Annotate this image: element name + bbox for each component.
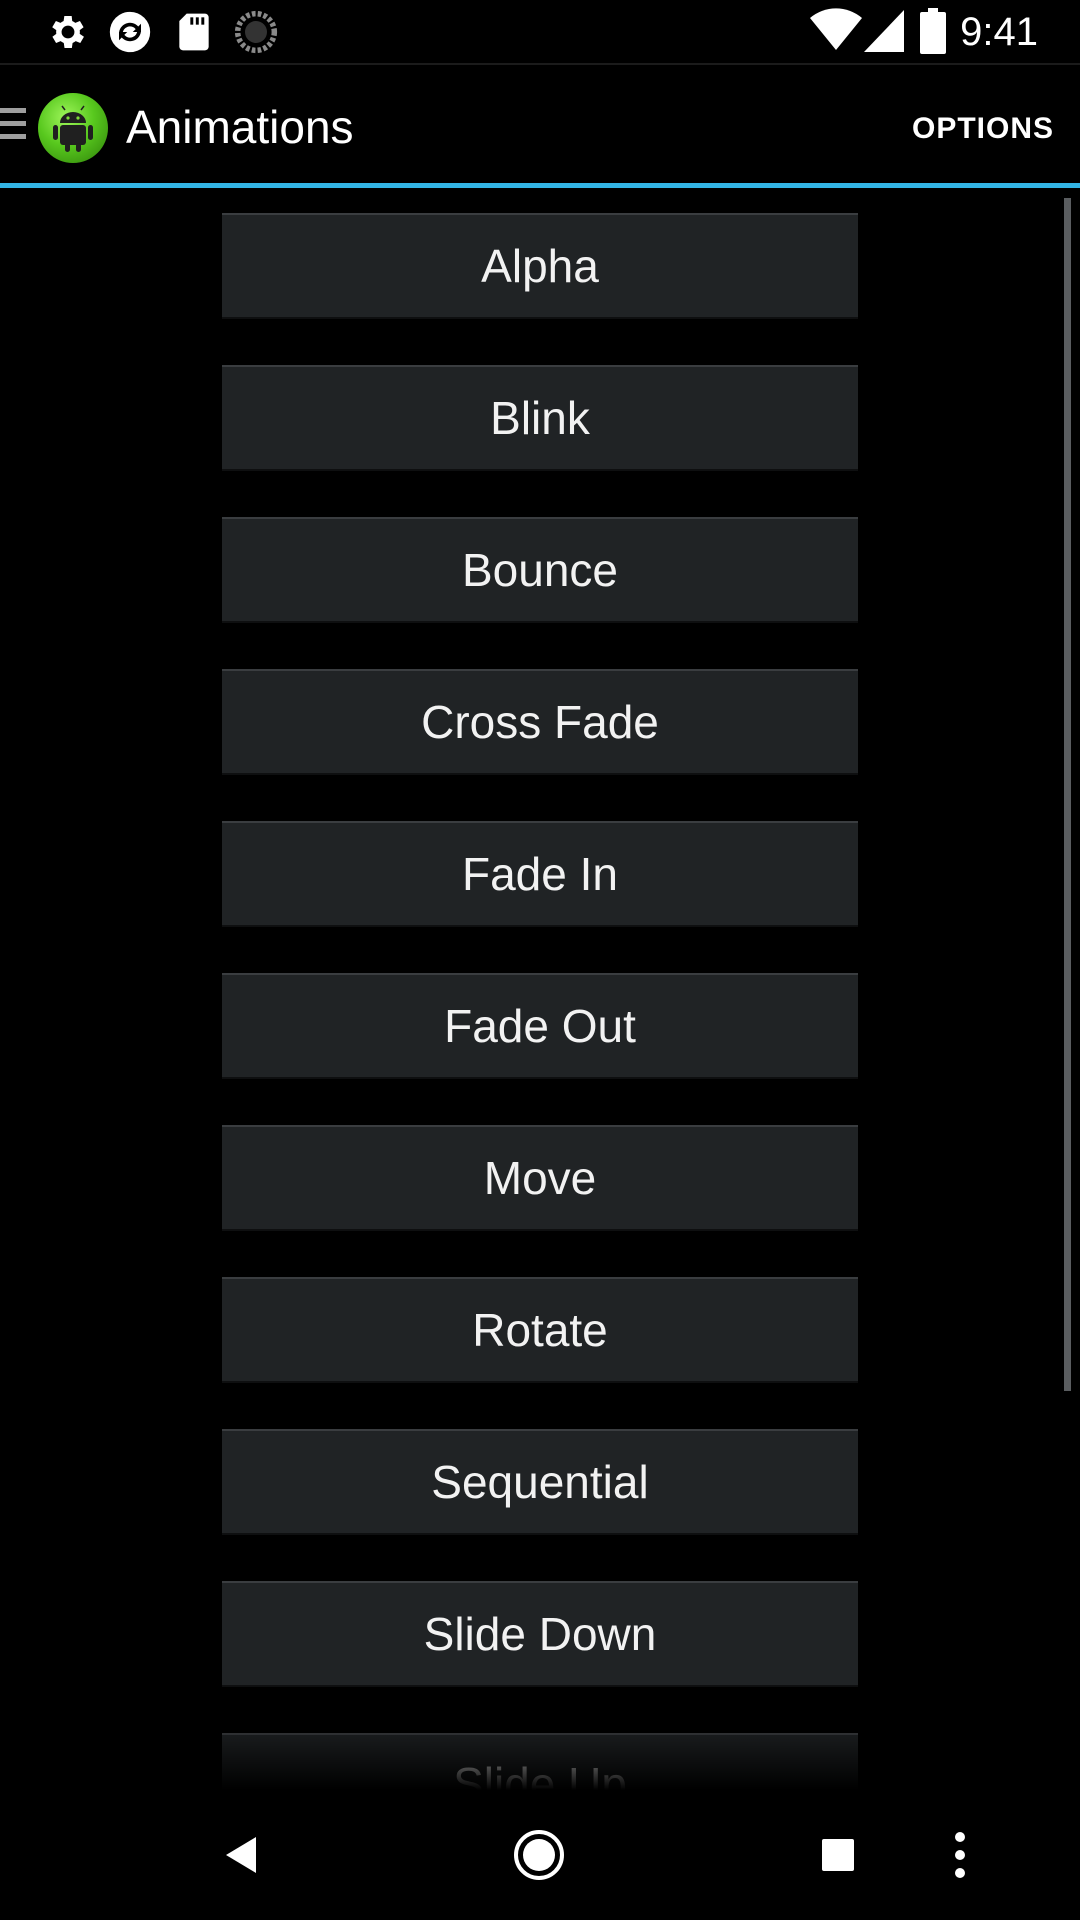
status-time: 9:41 <box>960 10 1038 54</box>
cross-fade-button[interactable]: Cross Fade <box>222 669 858 775</box>
navigation-bar <box>0 1790 1080 1920</box>
more-icon[interactable] <box>930 1825 990 1885</box>
page-title: Animations <box>126 101 354 153</box>
fade-in-button[interactable]: Fade In <box>222 821 858 927</box>
sequential-button[interactable]: Sequential <box>222 1429 858 1535</box>
scrollbar[interactable] <box>1064 198 1071 1391</box>
sd-card-icon <box>179 13 209 51</box>
action-bar: Animations OPTIONS <box>0 63 1080 187</box>
sync-icon <box>109 11 151 53</box>
recents-icon[interactable] <box>808 1825 868 1885</box>
fade-out-button[interactable]: Fade Out <box>222 973 858 1079</box>
options-button[interactable]: OPTIONS <box>908 105 1058 153</box>
slide-down-button[interactable]: Slide Down <box>222 1581 858 1687</box>
battery-icon <box>920 8 946 54</box>
settings-icon <box>52 16 84 48</box>
bounce-button[interactable]: Bounce <box>222 517 858 623</box>
move-button[interactable]: Move <box>222 1125 858 1231</box>
status-bar: 9:41 <box>0 0 1080 63</box>
blink-button[interactable]: Blink <box>222 365 858 471</box>
animation-list[interactable]: Alpha Blink Bounce Cross Fade Fade In Fa… <box>0 188 1080 1790</box>
loading-icon <box>234 10 278 54</box>
slide-up-button[interactable]: Slide Up <box>222 1733 858 1790</box>
app-logo[interactable] <box>38 93 108 163</box>
back-icon[interactable] <box>212 1825 272 1885</box>
cell-signal-icon <box>864 10 904 52</box>
alpha-button[interactable]: Alpha <box>222 213 858 319</box>
wifi-icon <box>810 8 862 51</box>
rotate-button[interactable]: Rotate <box>222 1277 858 1383</box>
home-icon[interactable] <box>509 1825 569 1885</box>
android-robot-icon <box>53 105 93 152</box>
drawer-menu-icon[interactable] <box>0 108 26 148</box>
